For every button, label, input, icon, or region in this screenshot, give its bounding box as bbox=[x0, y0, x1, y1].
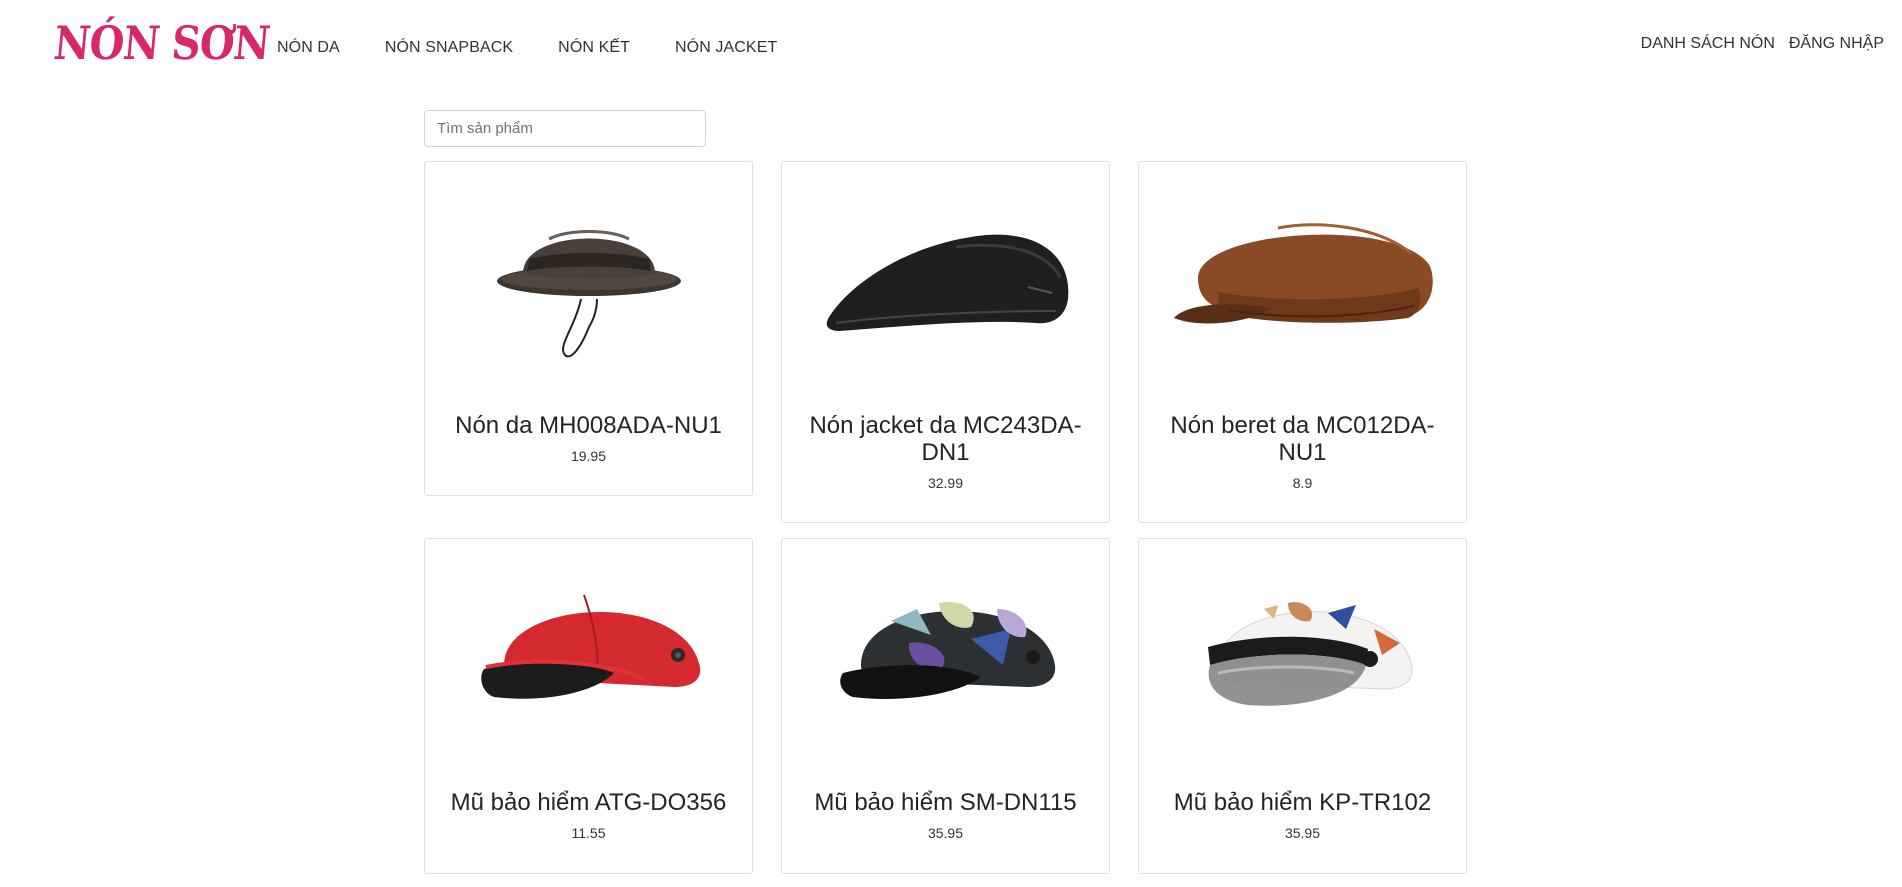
product-card[interactable]: Mũ bảo hiểm KP-TR102 35.95 bbox=[1138, 538, 1467, 874]
product-price: 8.9 bbox=[1292, 475, 1313, 491]
product-price: 32.99 bbox=[927, 475, 964, 491]
product-price: 19.95 bbox=[570, 448, 607, 464]
product-image bbox=[782, 539, 1109, 769]
flat-cap-icon bbox=[826, 234, 1068, 331]
product-name: Mũ bảo hiểm ATG-DO356 bbox=[450, 789, 727, 816]
bucket-hat-icon bbox=[496, 230, 681, 358]
product-price: 35.95 bbox=[927, 825, 964, 841]
nav-item-non-ket[interactable]: NÓN KẾT bbox=[558, 39, 630, 57]
product-name: Nón da MH008ADA-NU1 bbox=[455, 412, 722, 439]
product-image bbox=[782, 162, 1109, 392]
product-name: Mũ bảo hiểm KP-TR102 bbox=[1173, 789, 1432, 816]
product-image bbox=[425, 162, 752, 392]
nav-item-non-da[interactable]: NÓN DA bbox=[277, 39, 340, 57]
product-image bbox=[1139, 539, 1466, 769]
product-price: 11.55 bbox=[571, 825, 606, 841]
search-input[interactable] bbox=[424, 110, 706, 147]
product-card[interactable]: Nón beret da MC012DA-NU1 8.9 bbox=[1138, 161, 1467, 523]
product-image bbox=[1139, 162, 1466, 392]
product-image bbox=[425, 539, 752, 769]
product-name: Mũ bảo hiểm SM-DN115 bbox=[814, 789, 1077, 816]
login-link[interactable]: ĐĂNG NHẬP bbox=[1789, 35, 1884, 53]
site-header: NÓN SƠN NÓN DA NÓN SNAPBACK NÓN KẾT NÓN … bbox=[0, 0, 1902, 96]
account-nav: DANH SÁCH NÓN ĐĂNG NHẬP bbox=[1641, 32, 1884, 56]
product-name: Nón jacket da MC243DA-DN1 bbox=[809, 412, 1082, 466]
newsboy-cap-icon bbox=[1173, 223, 1433, 324]
white-visor-helmet-icon bbox=[1207, 602, 1413, 706]
patterned-helmet-icon bbox=[839, 602, 1055, 699]
nav-item-non-jacket[interactable]: NÓN JACKET bbox=[675, 39, 777, 57]
product-card[interactable]: Nón da MH008ADA-NU1 19.95 bbox=[424, 161, 753, 496]
product-price: 35.95 bbox=[1284, 825, 1321, 841]
brand-logo[interactable]: NÓN SƠN bbox=[44, 4, 272, 82]
red-helmet-icon bbox=[480, 594, 700, 699]
product-card[interactable]: Mũ bảo hiểm ATG-DO356 11.55 bbox=[424, 538, 753, 874]
nav-item-danh-sach-non[interactable]: DANH SÁCH NÓN bbox=[1641, 35, 1775, 53]
product-card[interactable]: Nón jacket da MC243DA-DN1 32.99 bbox=[781, 161, 1110, 523]
main-nav: NÓN DA NÓN SNAPBACK NÓN KẾT NÓN JACKET bbox=[277, 36, 777, 60]
product-name: Nón beret da MC012DA-NU1 bbox=[1170, 412, 1435, 466]
product-card[interactable]: Mũ bảo hiểm SM-DN115 35.95 bbox=[781, 538, 1110, 874]
brand-name: NÓN SƠN bbox=[51, 15, 272, 71]
nav-item-non-snapback[interactable]: NÓN SNAPBACK bbox=[385, 39, 513, 57]
